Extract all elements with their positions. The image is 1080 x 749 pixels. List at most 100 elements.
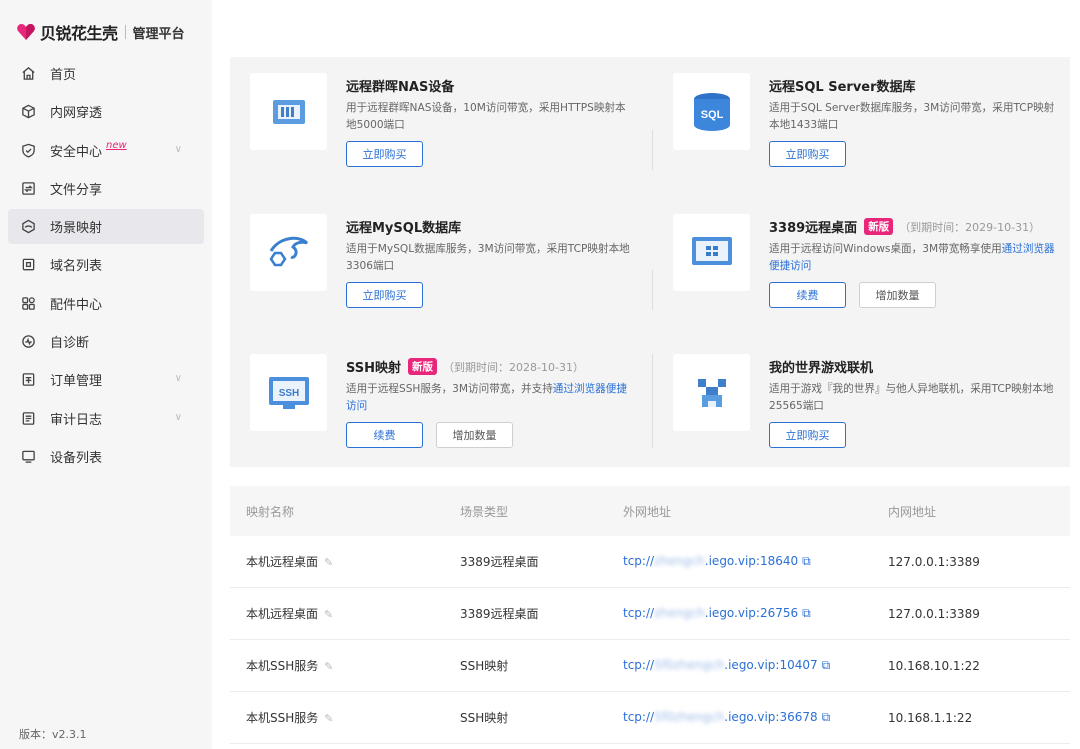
- add-quantity-button[interactable]: 增加数量: [859, 282, 936, 308]
- card-title: 远程群晖NAS设备: [346, 80, 455, 95]
- sidebar-item-orders[interactable]: 订单管理 ∨: [8, 362, 204, 397]
- svg-text:SQL: SQL: [700, 109, 723, 121]
- renew-button[interactable]: 续费: [769, 282, 846, 308]
- divider: [652, 354, 653, 448]
- card-description: 适用于SQL Server数据库服务，3M访问带宽，采用TCP映射本地1433端…: [769, 102, 1055, 131]
- mysql-dolphin-icon: [250, 214, 327, 291]
- chevron-down-icon[interactable]: ∨: [175, 373, 182, 384]
- add-quantity-button[interactable]: 增加数量: [436, 422, 513, 448]
- sidebar-menu: 首页 内网穿透 安全中心 new ∨ 文件分享 场景映射 域名列表 配件中心 自…: [8, 56, 204, 477]
- mapping-table: 映射名称 场景类型 外网地址 内网地址 本机远程桌面 ✎ 3389远程桌面 tcp…: [230, 486, 1070, 744]
- external-link-icon[interactable]: ⧉: [822, 658, 831, 672]
- log-icon: [20, 410, 36, 426]
- sidebar-item-label: 订单管理: [50, 374, 103, 390]
- mapping-name: 本机SSH服务 ✎: [246, 711, 334, 725]
- chevron-down-icon[interactable]: ∨: [175, 412, 182, 423]
- sidebar-item-label: 域名列表: [50, 259, 103, 275]
- card-title: 远程SQL Server数据库: [769, 80, 916, 95]
- table-row: 本机远程桌面 ✎ 3389远程桌面 tcp://zhengch.iego.vip:…: [230, 536, 1070, 588]
- external-link-icon[interactable]: ⧉: [822, 710, 831, 724]
- external-address-link[interactable]: tcp://zhengch.iego.vip:26756 ⧉: [623, 606, 811, 621]
- monitor-icon: [20, 448, 36, 464]
- sidebar-item-label: 审计日志: [50, 412, 103, 428]
- diagnose-icon: [20, 334, 36, 350]
- minecraft-icon: [673, 354, 750, 431]
- scene-icon: [20, 219, 36, 235]
- divider: [652, 270, 653, 310]
- buy-now-button[interactable]: 立即购买: [769, 422, 846, 448]
- buy-now-button[interactable]: 立即购买: [346, 282, 423, 308]
- table-row: 本机SSH服务 ✎ SSH映射 tcp://5f0zhengch.iego.vip…: [230, 692, 1070, 744]
- sidebar-item-diagnose[interactable]: 自诊断: [8, 324, 204, 359]
- column-header-external: 外网地址: [623, 504, 672, 519]
- scene-type: SSH映射: [460, 659, 509, 673]
- edit-icon[interactable]: ✎: [324, 556, 333, 569]
- external-link-icon[interactable]: ⧉: [802, 554, 811, 568]
- new-badge: new: [106, 139, 127, 151]
- external-address-link[interactable]: tcp://5f0zhengch.iego.vip:10407 ⧉: [623, 658, 830, 673]
- card-title: 远程MySQL数据库: [346, 221, 462, 236]
- external-link-icon[interactable]: ⧉: [802, 606, 811, 620]
- table-row: 本机远程桌面 ✎ 3389远程桌面 tcp://zhengch.iego.vip:…: [230, 588, 1070, 640]
- sidebar-item-file-share[interactable]: 文件分享: [8, 171, 204, 206]
- internal-address: 127.0.0.1:3389: [888, 554, 980, 569]
- external-address-link[interactable]: tcp://zhengch.iego.vip:18640 ⧉: [623, 554, 811, 569]
- card-sql-server: SQL 远程SQL Server数据库 适用于SQL Server数据库服务，3…: [673, 73, 1070, 189]
- nas-icon: [250, 73, 327, 150]
- external-address-link[interactable]: tcp://5f0zhengch.iego.vip:36678 ⧉: [623, 710, 830, 725]
- sidebar-item-label: 配件中心: [50, 297, 103, 313]
- card-ssh: SSH SSH映射 新版 （到期时间：2028-10-31） 适用于远程SSH服…: [250, 354, 650, 470]
- scene-cards-panel: 远程群晖NAS设备 用于远程群晖NAS设备，10M访问带宽，采用HTTPS映射本…: [230, 57, 1070, 467]
- cube-icon: [20, 104, 36, 120]
- column-header-type: 场景类型: [460, 504, 509, 519]
- sidebar-item-intranet[interactable]: 内网穿透: [8, 94, 204, 129]
- new-version-badge: 新版: [408, 358, 438, 375]
- sidebar-item-security[interactable]: 安全中心 new ∨: [8, 133, 204, 168]
- sidebar-item-accessories[interactable]: 配件中心: [8, 286, 204, 321]
- buy-now-button[interactable]: 立即购买: [346, 141, 423, 167]
- brand-name: 贝锐花生壳: [40, 24, 118, 43]
- brand-separator: [124, 25, 126, 39]
- card-title: 我的世界游戏联机: [769, 361, 874, 376]
- sidebar-item-label: 首页: [50, 68, 77, 83]
- sql-icon: SQL: [673, 73, 750, 150]
- sidebar-item-label: 文件分享: [50, 182, 103, 198]
- shield-icon: [20, 142, 36, 158]
- chevron-down-icon[interactable]: ∨: [175, 144, 182, 155]
- grid-icon: [20, 295, 36, 311]
- file-share-icon: [20, 180, 36, 196]
- sidebar-item-domains[interactable]: 域名列表: [8, 247, 204, 282]
- card-description: 适用于游戏『我的世界』与他人异地联机，采用TCP映射本地25565端口: [769, 383, 1054, 412]
- edit-icon[interactable]: ✎: [324, 660, 333, 673]
- card-description: 适用于MySQL数据库服务，3M访问带宽，采用TCP映射本地3306端口: [346, 243, 630, 272]
- card-remote-desktop: 3389远程桌面 新版 （到期时间：2029-10-31） 适用于远程访问Win…: [673, 214, 1070, 330]
- buy-now-button[interactable]: 立即购买: [769, 141, 846, 167]
- sidebar: 贝锐花生壳 管理平台 首页 内网穿透 安全中心 new ∨ 文件分享 场景映射: [0, 0, 212, 749]
- card-title: 3389远程桌面 新版 （到期时间：2029-10-31）: [769, 217, 1040, 236]
- column-header-name: 映射名称: [246, 504, 295, 519]
- windows-icon: [673, 214, 750, 291]
- table-header: 映射名称 场景类型 外网地址 内网地址: [230, 486, 1070, 536]
- sidebar-item-devices[interactable]: 设备列表: [8, 439, 204, 474]
- card-mysql: 远程MySQL数据库 适用于MySQL数据库服务，3M访问带宽，采用TCP映射本…: [250, 214, 650, 330]
- expiry-date: （到期时间：2029-10-31）: [899, 220, 1041, 234]
- edit-icon[interactable]: ✎: [324, 712, 333, 725]
- version-label: 版本：v2.3.1: [19, 728, 87, 741]
- renew-button[interactable]: 续费: [346, 422, 423, 448]
- new-version-badge: 新版: [864, 218, 894, 235]
- sidebar-item-home[interactable]: 首页: [8, 56, 204, 91]
- heart-logo-icon: [17, 24, 35, 40]
- edit-icon[interactable]: ✎: [324, 608, 333, 621]
- sidebar-item-audit-log[interactable]: 审计日志 ∨: [8, 401, 204, 436]
- expiry-date: （到期时间：2028-10-31）: [443, 360, 584, 374]
- scene-type: 3389远程桌面: [460, 555, 539, 569]
- table-row: 本机SSH服务 ✎ SSH映射 tcp://5f0zhengch.iego.vip…: [230, 640, 1070, 692]
- internal-address: 10.168.1.1:22: [888, 710, 973, 725]
- brand-logo[interactable]: 贝锐花生壳 管理平台: [16, 19, 185, 45]
- sidebar-item-label: 场景映射: [50, 221, 103, 237]
- sidebar-item-scene-mapping[interactable]: 场景映射: [8, 209, 204, 245]
- scene-type: 3389远程桌面: [460, 607, 539, 621]
- divider: [652, 130, 653, 170]
- card-title: SSH映射 新版 （到期时间：2028-10-31）: [346, 357, 584, 376]
- card-minecraft: 我的世界游戏联机 适用于游戏『我的世界』与他人异地联机，采用TCP映射本地255…: [673, 354, 1070, 470]
